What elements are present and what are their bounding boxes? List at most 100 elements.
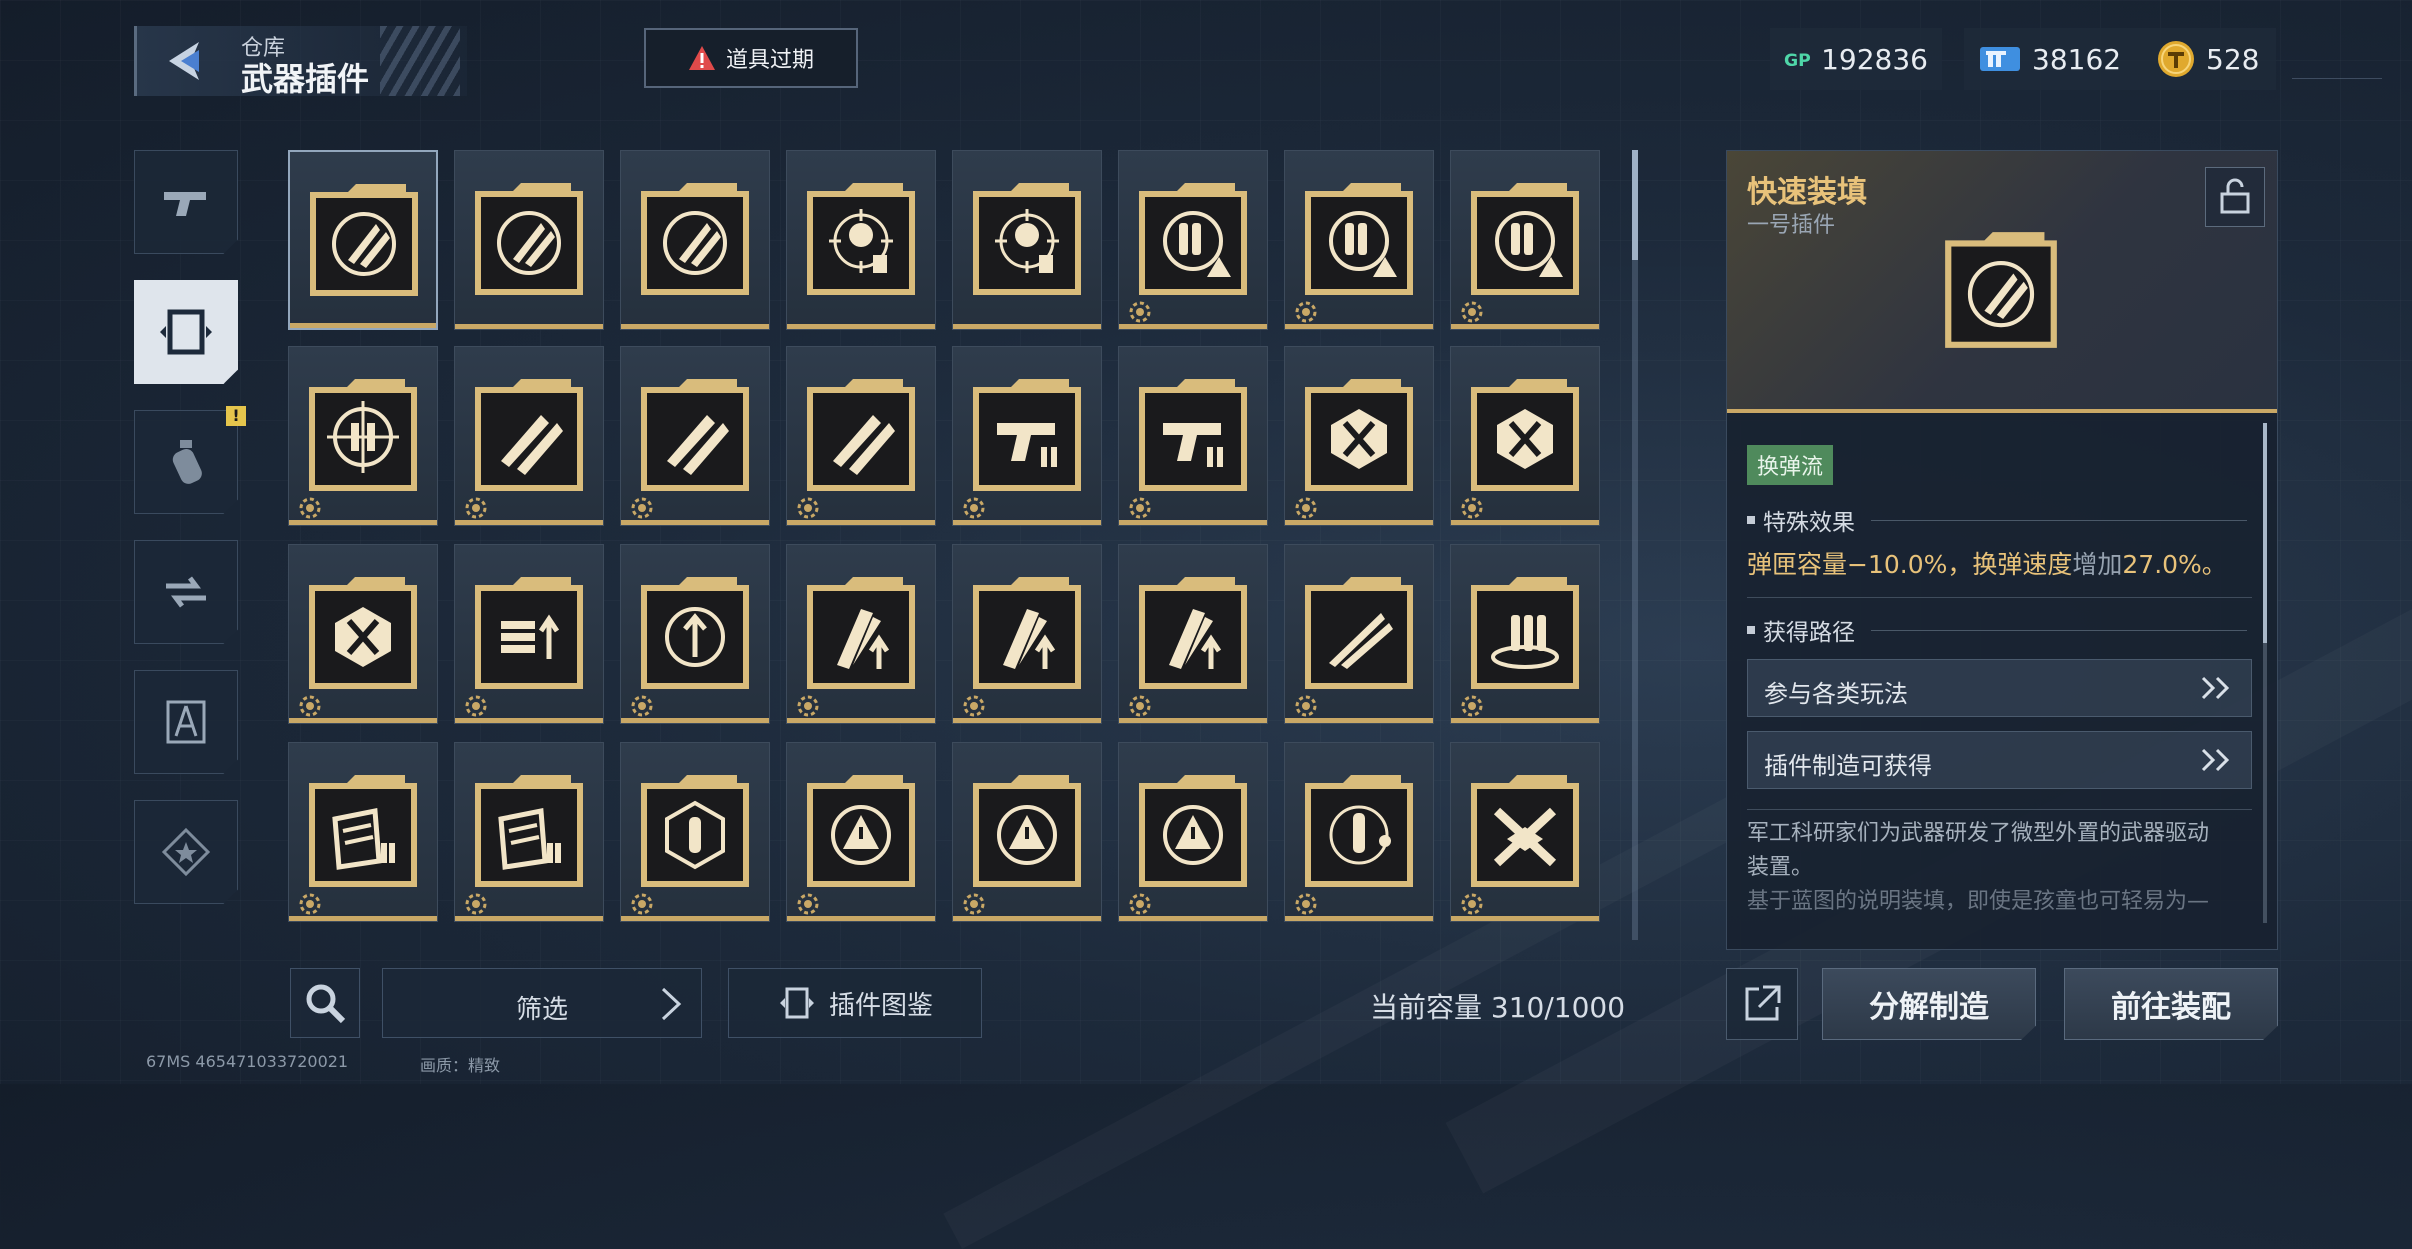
plugin-slot[interactable]: [1450, 742, 1600, 922]
plugin-slot[interactable]: [786, 150, 936, 330]
effect-part-3: 27.0%。: [2122, 550, 2227, 579]
filter-label: 筛选: [515, 995, 568, 1025]
plugin-slot[interactable]: [1450, 346, 1600, 526]
tier-gear-icon: [1295, 301, 1317, 323]
double-chevron-right-icon: [2201, 748, 2230, 772]
share-icon: [1745, 985, 1781, 1021]
plugin-slot: 一号插件: [1747, 213, 1836, 238]
plugin-name: 快速装填: [1747, 175, 1867, 210]
plugin-slot[interactable]: [620, 150, 770, 330]
ammo-warning-icon: [1471, 183, 1579, 295]
currency-gp[interactable]: GP 192836: [1770, 28, 1942, 90]
plugin-slot[interactable]: [1284, 742, 1434, 922]
plugin-slot[interactable]: [952, 742, 1102, 922]
description-line: 装置。: [1747, 855, 1814, 880]
plugin-slot[interactable]: [952, 150, 1102, 330]
category-tab-gear[interactable]: [134, 540, 238, 644]
cycle-warning-icon: [1139, 775, 1247, 887]
gp-value: 192836: [1821, 42, 1928, 76]
lock-button[interactable]: [2205, 167, 2265, 227]
plugin-slot[interactable]: [1118, 544, 1268, 724]
plugin-slot[interactable]: [620, 742, 770, 922]
plugin-slot[interactable]: [1284, 544, 1434, 724]
effect-heading-label: 特殊效果: [1763, 510, 1855, 536]
plugin-frame-icon: [160, 309, 212, 355]
plugin-slot[interactable]: [288, 150, 438, 330]
tier-gear-icon: [1461, 695, 1483, 717]
tier-gear-icon: [963, 497, 985, 519]
pistol-ammo-icon: [1139, 379, 1247, 491]
tier-gear-icon: [1461, 893, 1483, 915]
share-button[interactable]: [1726, 968, 1798, 1040]
grid-scrollbar[interactable]: [1632, 150, 1638, 940]
detail-scrollbar[interactable]: [2263, 423, 2267, 923]
plugin-slot[interactable]: [786, 742, 936, 922]
dismantle-button[interactable]: 分解制造: [1822, 968, 2036, 1040]
plugin-slot[interactable]: [454, 742, 604, 922]
back-arrow-icon[interactable]: [159, 36, 209, 86]
ammo-up-icon: [475, 577, 583, 689]
page-title: 武器插件: [241, 60, 370, 98]
category-tab-plugin[interactable]: [134, 280, 238, 384]
search-icon: [306, 984, 346, 1024]
tier-gear-icon: [1295, 497, 1317, 519]
plugin-slot[interactable]: [786, 544, 936, 724]
plugin-slot[interactable]: [1284, 150, 1434, 330]
x-shield-icon: [309, 577, 417, 689]
route-label: 参与各类玩法: [1764, 680, 1908, 708]
tier-gear-icon: [1461, 497, 1483, 519]
double-bullet-icon: [807, 379, 915, 491]
plugin-slot[interactable]: [454, 150, 604, 330]
plugin-slot[interactable]: [620, 346, 770, 526]
plugin-slot[interactable]: [454, 346, 604, 526]
plugin-slot[interactable]: [454, 544, 604, 724]
expired-items-button[interactable]: 道具过期: [644, 28, 858, 88]
plugin-slot[interactable]: [952, 346, 1102, 526]
plugin-slot[interactable]: [1118, 742, 1268, 922]
plugin-slot[interactable]: [1450, 150, 1600, 330]
tier-gear-icon: [963, 695, 985, 717]
currency-coin[interactable]: 528: [2142, 28, 2276, 90]
search-button[interactable]: [290, 968, 360, 1038]
filter-button[interactable]: 筛选: [382, 968, 702, 1038]
route-gameplay[interactable]: 参与各类玩法: [1747, 659, 2252, 717]
category-tab-grenade[interactable]: [134, 410, 238, 514]
double-chevron-right-icon: [2201, 676, 2230, 700]
currency-ticket[interactable]: 38162: [1964, 28, 2142, 90]
quality-info: 画质：精致: [420, 1056, 501, 1075]
route-crafting[interactable]: 插件制造可获得: [1747, 731, 2252, 789]
shield-ammo-icon: [475, 775, 583, 887]
plugin-slot[interactable]: [786, 346, 936, 526]
plugin-slot[interactable]: [1284, 346, 1434, 526]
mag-up-icon: [807, 577, 915, 689]
cycle-warning-icon: [973, 775, 1081, 887]
category-tab-emblem[interactable]: [134, 800, 238, 904]
tier-gear-icon: [1129, 893, 1151, 915]
tier-gear-icon: [631, 497, 653, 519]
tier-gear-icon: [963, 893, 985, 915]
plugin-slot[interactable]: [620, 544, 770, 724]
ammo-ring-icon: [1471, 577, 1579, 689]
equip-button[interactable]: 前往装配: [2064, 968, 2278, 1040]
tier-gear-icon: [299, 893, 321, 915]
plugin-slot[interactable]: [1118, 150, 1268, 330]
plugin-slot[interactable]: [288, 346, 438, 526]
detail-scroll-thumb[interactable]: [2263, 423, 2267, 643]
chevron-right-icon: [661, 987, 682, 1021]
plugin-slot[interactable]: [288, 742, 438, 922]
effect-text: 弹匣容量−10.0%，换弹速度增加27.0%。: [1747, 545, 2227, 581]
effect-part-2: 增加: [2072, 550, 2123, 579]
plugin-slot[interactable]: [1450, 544, 1600, 724]
unlock-icon: [2220, 178, 2250, 214]
plugin-slot[interactable]: [288, 544, 438, 724]
category-tab-pistol[interactable]: [134, 150, 238, 254]
plugin-slot[interactable]: [1118, 346, 1268, 526]
plugin-slot[interactable]: [952, 544, 1102, 724]
target-head-icon: [973, 183, 1081, 295]
route-label: 插件制造可获得: [1764, 752, 1932, 780]
divider: [1747, 809, 2252, 810]
grid-scroll-thumb[interactable]: [1632, 150, 1638, 260]
tier-gear-icon: [1461, 301, 1483, 323]
category-tab-compass[interactable]: [134, 670, 238, 774]
plugin-atlas-button[interactable]: 插件图鉴: [728, 968, 982, 1038]
